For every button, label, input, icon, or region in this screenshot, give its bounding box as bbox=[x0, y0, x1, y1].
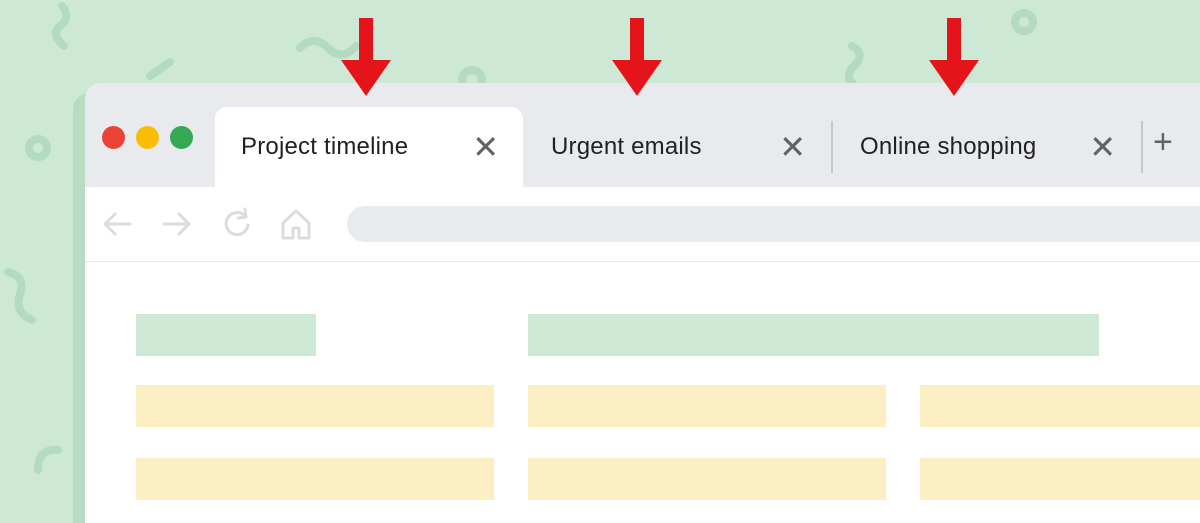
tab-online-shopping[interactable]: Online shopping ✕ bbox=[834, 107, 1140, 187]
down-arrow-icon bbox=[612, 18, 662, 96]
ring-shape bbox=[25, 135, 51, 161]
placeholder-text-block bbox=[136, 385, 494, 427]
forward-arrow-icon[interactable] bbox=[159, 206, 195, 242]
tab-label: Project timeline bbox=[241, 133, 409, 160]
tab-urgent-emails[interactable]: Urgent emails ✕ bbox=[525, 107, 830, 187]
placeholder-text-block bbox=[528, 385, 886, 427]
reload-icon[interactable] bbox=[219, 206, 255, 242]
squiggle-shape bbox=[51, 2, 71, 50]
maximize-window-button[interactable] bbox=[170, 126, 193, 149]
squiggle-shape bbox=[146, 58, 174, 80]
page-content bbox=[85, 262, 1200, 523]
squiggle-shape bbox=[34, 445, 62, 474]
browser-window: Project timeline ✕ Urgent emails ✕ Onlin… bbox=[85, 83, 1200, 523]
squiggle-shape bbox=[844, 42, 864, 92]
window-controls bbox=[102, 126, 193, 149]
placeholder-text-block bbox=[528, 458, 886, 500]
browser-toolbar bbox=[85, 187, 1200, 262]
back-arrow-icon[interactable] bbox=[99, 206, 135, 242]
close-icon[interactable]: ✕ bbox=[779, 131, 806, 163]
tab-separator bbox=[1141, 121, 1143, 173]
placeholder-heading-block bbox=[528, 314, 1099, 356]
tab-label: Online shopping bbox=[860, 133, 1037, 160]
down-arrow-icon bbox=[929, 18, 979, 96]
down-arrow-icon bbox=[341, 18, 391, 96]
tab-separator bbox=[831, 121, 833, 173]
placeholder-text-block bbox=[136, 458, 494, 500]
close-window-button[interactable] bbox=[102, 126, 125, 149]
squiggle-shape bbox=[4, 268, 36, 324]
tab-label: Urgent emails bbox=[551, 133, 702, 160]
minimize-window-button[interactable] bbox=[136, 126, 159, 149]
placeholder-heading-block bbox=[136, 314, 316, 356]
placeholder-text-block bbox=[920, 385, 1200, 427]
ring-shape bbox=[1011, 9, 1037, 35]
close-icon[interactable]: ✕ bbox=[472, 131, 499, 163]
close-icon[interactable]: ✕ bbox=[1089, 131, 1116, 163]
tab-project-timeline[interactable]: Project timeline ✕ bbox=[215, 107, 523, 187]
address-bar[interactable] bbox=[347, 206, 1200, 242]
plus-icon[interactable]: + bbox=[1153, 125, 1173, 159]
placeholder-text-block bbox=[920, 458, 1200, 500]
home-icon[interactable] bbox=[278, 206, 314, 242]
